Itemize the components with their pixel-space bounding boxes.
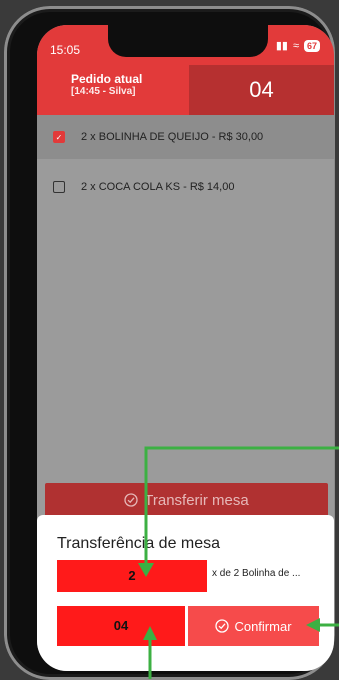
battery-icon: 67 — [303, 39, 320, 52]
quantity-input[interactable]: 2 — [57, 560, 207, 592]
current-order: Pedido atual [14:45 - Silva] — [37, 65, 189, 115]
wifi-icon: ≈ — [292, 39, 299, 52]
transfer-table-label: Transferir mesa — [144, 491, 249, 509]
list-item[interactable]: ✓ 2 x BOLINHA DE QUEIJO - R$ 30,00 — [37, 115, 334, 159]
confirm-button[interactable]: Confirmar — [188, 606, 319, 646]
confirm-label: Confirmar — [234, 618, 292, 634]
item-label: 2 x COCA COLA KS - R$ 14,00 — [81, 181, 235, 193]
table-number: 04 — [189, 65, 334, 115]
checkbox-unchecked[interactable] — [53, 181, 65, 193]
order-header: Pedido atual [14:45 - Silva] 04 — [37, 65, 334, 115]
destination-table-input[interactable]: 04 — [57, 606, 185, 646]
transfer-table-button[interactable]: Transferir mesa — [45, 483, 328, 517]
clock: 15:05 — [50, 43, 81, 57]
sheet-title: Transferência de mesa — [57, 535, 221, 552]
check-circle-icon — [124, 493, 138, 507]
quantity-description: x de 2 Bolinha de ... — [212, 568, 301, 579]
system-icons: ▮▮ ≈ 67 — [276, 39, 320, 52]
item-label: 2 x BOLINHA DE QUEIJO - R$ 30,00 — [81, 131, 264, 143]
status-bar: 15:05 ▮▮ ≈ 67 — [37, 25, 334, 65]
app-screen: 15:05 ▮▮ ≈ 67 Pedido atual [14:45 - Silv… — [37, 25, 334, 671]
notch — [108, 25, 268, 57]
current-order-subtitle: [14:45 - Silva] — [71, 86, 136, 97]
checkbox-checked[interactable]: ✓ — [53, 131, 65, 143]
current-order-title: Pedido atual — [71, 72, 143, 86]
check-circle-icon — [215, 619, 230, 633]
transfer-sheet: Transferência de mesa 2 x de 2 Bolinha d… — [37, 515, 334, 671]
list-item[interactable]: 2 x COCA COLA KS - R$ 14,00 — [37, 165, 334, 209]
signal-icon: ▮▮ — [275, 40, 288, 52]
